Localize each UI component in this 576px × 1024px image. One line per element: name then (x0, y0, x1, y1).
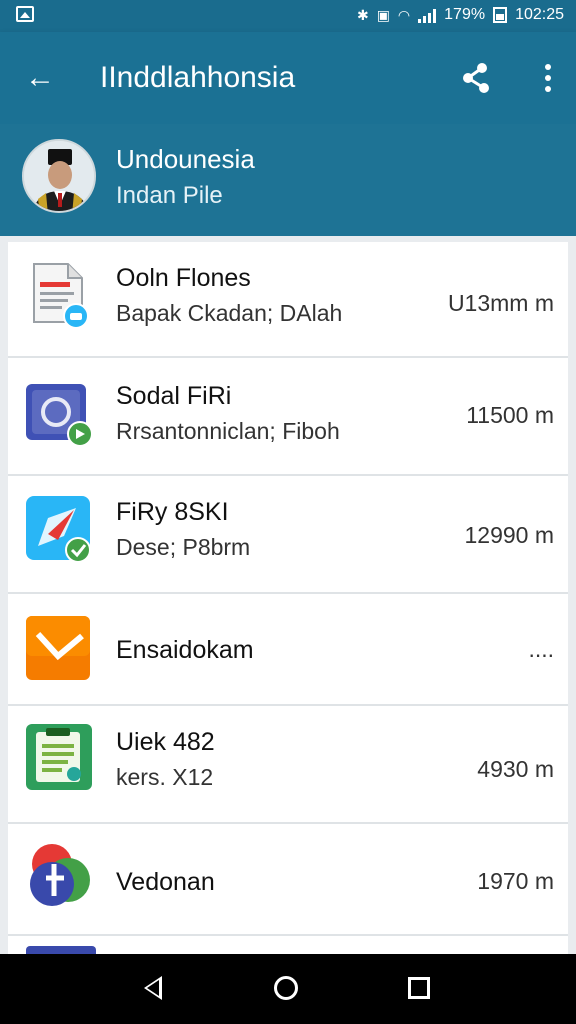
partial-item-icon (26, 946, 96, 954)
page-title: IInddlahhonsia (100, 61, 296, 94)
list-item[interactable]: Uiek 482 kers. X12 4930 m (8, 706, 568, 824)
document-icon (33, 263, 89, 329)
list-item[interactable]: Vedonan 1970 m (8, 824, 568, 936)
gallery-icon (16, 6, 34, 22)
item-title: Uiek 482 (116, 728, 215, 756)
list-item[interactable]: Ooln Flones Bapak Ckadan; DAlah U13mm m (8, 242, 568, 358)
profile-header[interactable]: Undounesia Indan Pile (0, 124, 576, 236)
item-title: Sodal FiRi (116, 382, 232, 410)
list-item[interactable]: FiRy 8SKI Dese; P8brm 12990 m (8, 476, 568, 594)
item-title: FiRy 8SKI (116, 498, 229, 526)
status-bar: ✱ ▣ ◠ 179% 102:25 (0, 0, 576, 32)
list-item[interactable]: Ensaidokam .... (8, 594, 568, 706)
item-list: Ooln Flones Bapak Ckadan; DAlah U13mm m … (8, 242, 568, 954)
notes-icon (26, 724, 92, 790)
item-value: 1970 m (477, 868, 554, 894)
item-title: Ensaidokam (116, 636, 254, 664)
item-value: .... (528, 636, 554, 662)
nav-recents-icon[interactable] (408, 977, 430, 999)
item-subtitle: Dese; P8brm (116, 534, 251, 560)
wifi-icon: ◠ (397, 7, 411, 23)
app-bar: ← IInddlahhonsia (0, 32, 576, 124)
battery-percent: 179% (444, 6, 486, 23)
item-value: 11500 m (466, 402, 554, 428)
item-subtitle: kers. X12 (116, 764, 214, 790)
item-value: 4930 m (477, 756, 554, 782)
colorful-app-icon (30, 844, 90, 906)
nfc-icon: ▣ (376, 7, 390, 23)
mail-icon (26, 616, 90, 680)
nav-back-icon[interactable] (144, 976, 162, 1000)
more-vert-icon[interactable] (536, 58, 560, 98)
list-item[interactable]: Sodal FiRi Rrsantonniclan; Fiboh 11500 m (8, 358, 568, 476)
profile-subtitle: Indan Pile (116, 182, 223, 209)
battery-icon (493, 7, 508, 23)
item-value: 12990 m (464, 522, 554, 548)
avatar (22, 139, 96, 213)
signal-icon (418, 7, 437, 23)
back-button[interactable]: ← (20, 58, 60, 98)
item-subtitle: Rrsantonniclan; Fiboh (116, 418, 340, 444)
item-value: U13mm m (447, 290, 554, 316)
status-icons: ✱ ▣ ◠ 179% 102:25 (357, 6, 564, 24)
item-title: Ooln Flones (116, 264, 251, 292)
share-icon[interactable] (456, 58, 496, 98)
nav-home-icon[interactable] (274, 976, 298, 1000)
navigation-bar (0, 954, 576, 1024)
item-subtitle: Bapak Ckadan; DAlah (116, 300, 343, 326)
item-title: Vedonan (116, 868, 215, 896)
profile-name: Undounesia (116, 144, 255, 174)
arrow-left-icon: ← (25, 61, 55, 94)
camera-app-icon (26, 384, 93, 447)
clock: 102:25 (515, 6, 564, 23)
bluetooth-icon: ✱ (356, 7, 369, 23)
compass-icon (26, 496, 91, 563)
